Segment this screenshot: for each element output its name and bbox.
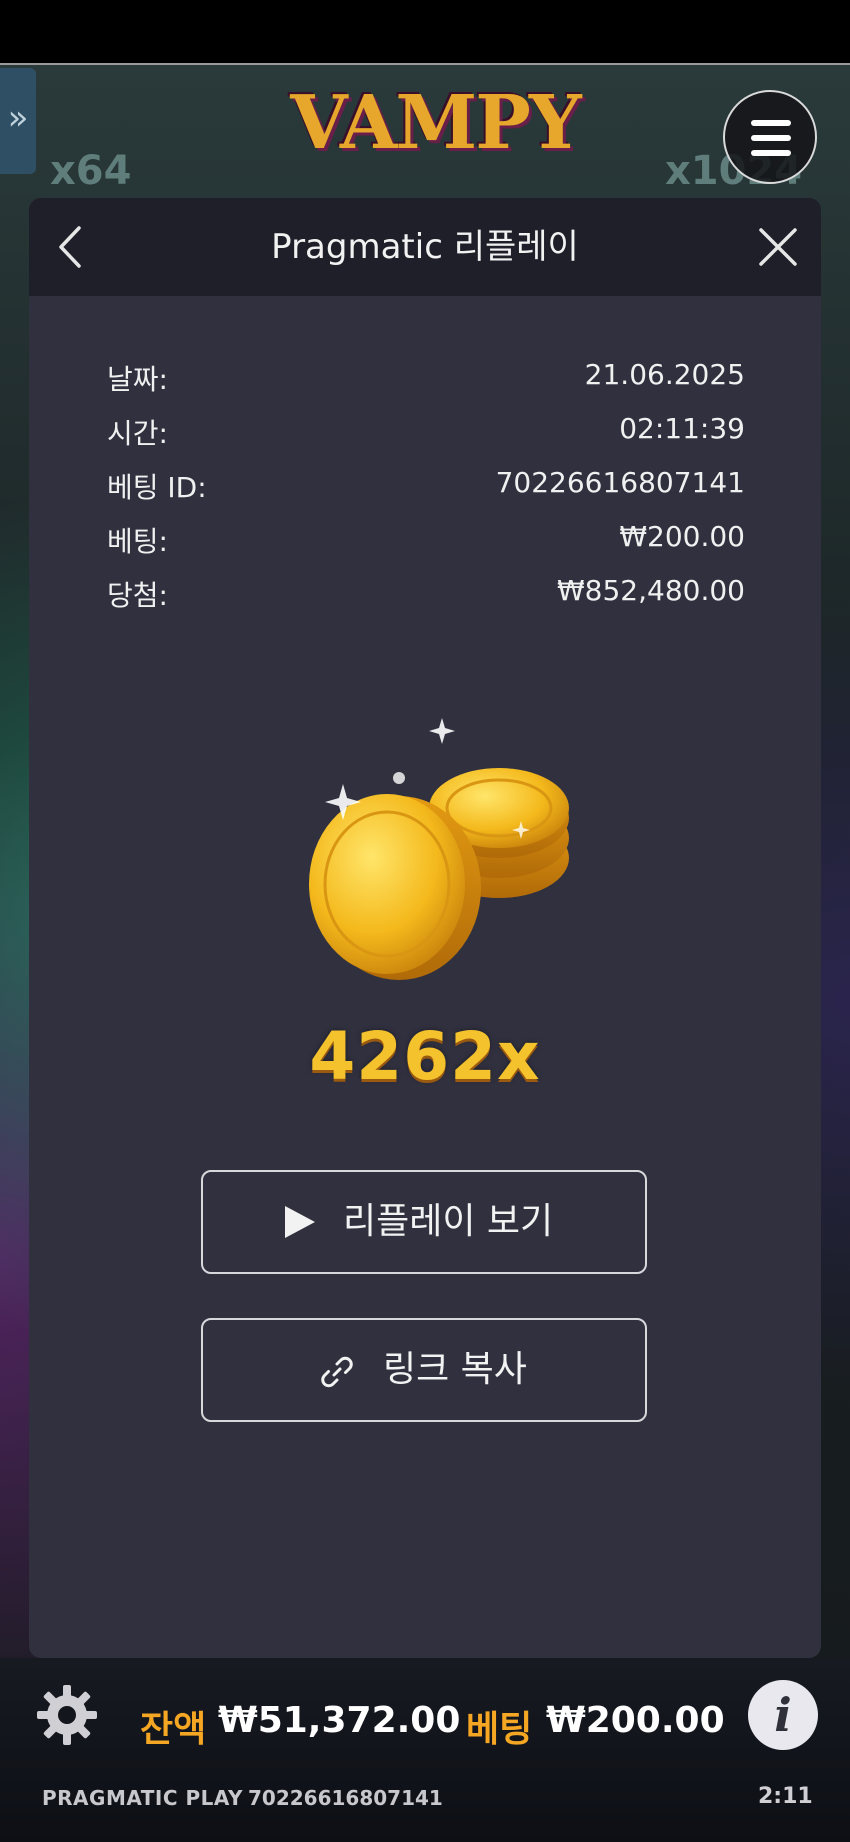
copy-link-label: 링크 복사: [383, 1349, 527, 1390]
detail-label: 시간:: [107, 417, 168, 450]
side-panel-toggle[interactable]: »: [0, 68, 36, 174]
copy-link-button[interactable]: 링크 복사: [201, 1318, 647, 1422]
gear-icon: [37, 1685, 97, 1745]
detail-row-win: 당첨: ₩852,480.00: [107, 574, 745, 628]
detail-label: 당첨:: [107, 579, 168, 612]
bottom-bar: 잔액 ₩51,372.00 베팅 ₩200.00 i PRAGMATIC PLA…: [0, 1658, 850, 1842]
detail-label: 날짜:: [107, 363, 168, 396]
detail-value: 70226616807141: [495, 466, 745, 499]
detail-value: ₩200.00: [619, 520, 745, 553]
bet-value: ₩200.00: [546, 1700, 725, 1741]
game-logo: VAMPY: [290, 80, 581, 190]
footer-bet-id: 70226616807141: [248, 1786, 443, 1810]
replay-modal: Pragmatic 리플레이 날짜: 21.06.2025 시간: 02:11:…: [29, 198, 821, 1658]
hamburger-line: [751, 135, 791, 141]
main-menu-button[interactable]: [723, 90, 817, 184]
watch-replay-button[interactable]: 리플레이 보기: [201, 1170, 647, 1274]
clock: 2:11: [758, 1784, 813, 1809]
modal-header: Pragmatic 리플레이: [29, 198, 821, 296]
bet-label: 베팅: [466, 1709, 533, 1750]
bet-details: 날짜: 21.06.2025 시간: 02:11:39 베팅 ID: 70226…: [107, 358, 745, 628]
detail-label: 베팅:: [107, 525, 168, 558]
close-icon: [759, 228, 797, 266]
close-button[interactable]: [753, 222, 803, 272]
detail-row-bet-id: 베팅 ID: 70226616807141: [107, 466, 745, 520]
balance-label: 잔액: [140, 1709, 207, 1750]
win-multiplier: 4262x: [309, 1018, 541, 1095]
settings-button[interactable]: [34, 1682, 100, 1748]
game-logo-text: VAMPY: [290, 80, 581, 166]
detail-row-bet: 베팅: ₩200.00: [107, 520, 745, 574]
info-icon: i: [774, 1688, 792, 1742]
detail-row-time: 시간: 02:11:39: [107, 412, 745, 466]
back-chevron-icon: [59, 226, 81, 268]
watch-replay-label: 리플레이 보기: [343, 1201, 554, 1242]
provider-brand: PRAGMATIC PLAY: [42, 1786, 243, 1810]
detail-label: 베팅 ID:: [107, 471, 207, 504]
detail-row-date: 날짜: 21.06.2025: [107, 358, 745, 412]
hamburger-line: [751, 150, 791, 156]
back-button[interactable]: [49, 222, 93, 272]
double-chevron-right-icon: »: [7, 98, 29, 138]
coin-stack-illustration: [309, 718, 569, 980]
detail-value: 21.06.2025: [584, 358, 745, 391]
game-multiplier-left: x64: [50, 148, 132, 194]
hamburger-menu-icon: [751, 120, 791, 126]
detail-value: ₩852,480.00: [556, 574, 745, 607]
info-button[interactable]: i: [748, 1680, 818, 1750]
link-icon: [317, 1352, 357, 1401]
coins-icon: [279, 688, 599, 1208]
top-status-area: [0, 0, 850, 64]
detail-value: 02:11:39: [619, 412, 745, 445]
play-icon: [283, 1204, 317, 1249]
balance-value: ₩51,372.00: [218, 1700, 461, 1741]
modal-title: Pragmatic 리플레이: [271, 227, 579, 267]
